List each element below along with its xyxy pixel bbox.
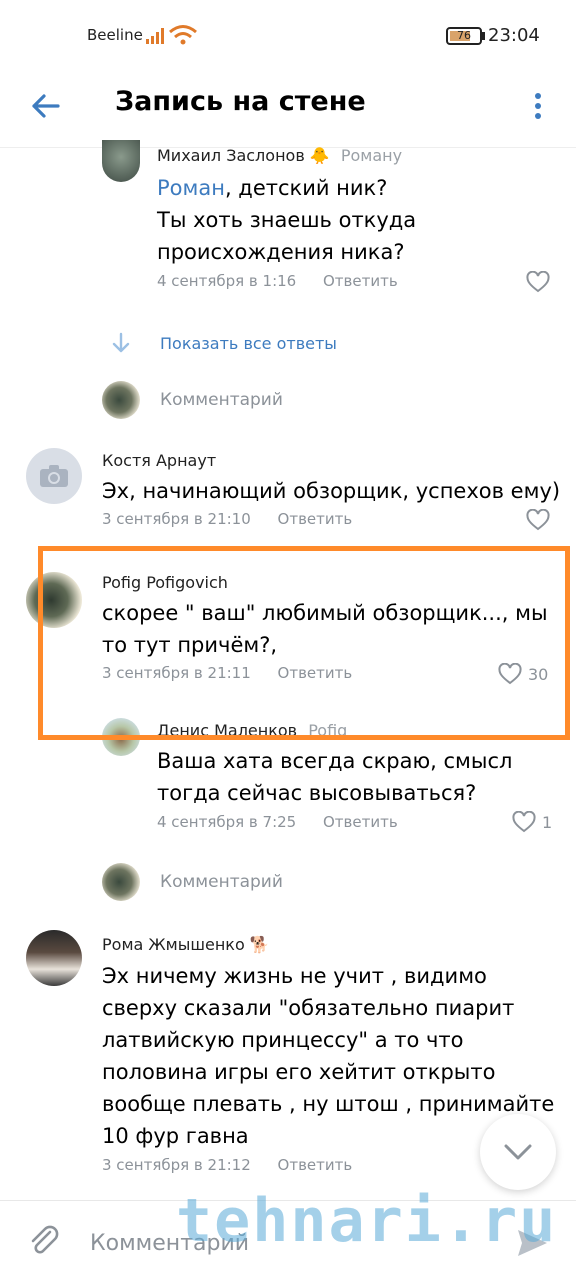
reply-button[interactable]: Ответить <box>278 510 353 528</box>
like-button[interactable]: 1 <box>512 810 552 834</box>
comment-date: 3 сентября в 21:12 <box>102 1156 251 1174</box>
comment-input[interactable] <box>90 1223 470 1263</box>
avatar[interactable] <box>26 448 82 504</box>
comment-text: Ваша хата всегда скраю, смысл тогда сейч… <box>157 749 513 805</box>
clock: 23:04 <box>488 25 540 46</box>
user-avatar <box>102 863 140 901</box>
mention-link[interactable]: Роман <box>157 176 225 200</box>
arrow-down-icon <box>112 332 130 353</box>
reply-button[interactable]: Ответить <box>323 813 398 831</box>
comment-text: Роман, детский ник? Ты хоть знаешь откуд… <box>157 176 417 264</box>
author-emoji: 🐕 <box>249 935 270 954</box>
comment-prompt[interactable]: Комментарий <box>102 862 283 902</box>
user-avatar <box>102 381 140 419</box>
reply-to: Роману <box>340 146 403 165</box>
show-all-replies-button[interactable]: Показать все ответы <box>110 328 337 358</box>
paperclip-icon[interactable] <box>26 1223 62 1259</box>
heart-icon <box>512 811 536 833</box>
comment-text: Эх ничему жизнь не учит , видимо сверху … <box>102 964 555 1148</box>
battery-tip <box>482 32 485 40</box>
back-arrow-icon[interactable] <box>28 88 64 124</box>
comment-author[interactable]: Рома Жмышенко 🐕 <box>102 935 270 954</box>
comment-meta: 3 сентября в 21:12 Ответить <box>102 1156 352 1174</box>
comment-text: Эх, начинающий обзорщик, успехов ему) <box>102 479 561 503</box>
avatar[interactable] <box>102 140 140 182</box>
chevron-down-icon <box>504 1144 532 1160</box>
comment-prompt-label: Комментарий <box>160 872 283 892</box>
comment-date: 3 сентября в 21:10 <box>102 510 251 528</box>
like-button[interactable] <box>526 508 556 532</box>
reply-button[interactable]: Ответить <box>323 272 398 290</box>
highlight-box <box>38 546 570 740</box>
heart-icon <box>526 509 550 531</box>
signal-icon <box>146 28 166 44</box>
author-emoji: 🐥 <box>309 146 330 165</box>
status-bar: Beeline 76 23:04 <box>0 0 576 72</box>
page-title: Запись на стене <box>115 86 366 117</box>
battery-icon: 76 <box>446 27 482 45</box>
app-header: Запись на стене <box>0 72 576 148</box>
comment-meta: 4 сентября в 1:16 Ответить <box>157 272 398 290</box>
reply-button[interactable]: Ответить <box>278 1156 353 1174</box>
comment-date: 4 сентября в 7:25 <box>157 813 297 831</box>
like-count: 1 <box>542 812 553 832</box>
comment-author[interactable]: Костя Арнаут <box>102 451 216 470</box>
avatar[interactable] <box>26 930 82 986</box>
send-icon[interactable] <box>514 1225 550 1261</box>
camera-icon <box>40 465 68 487</box>
scroll-down-button[interactable] <box>480 1114 556 1190</box>
heart-icon <box>526 271 550 293</box>
more-options-icon[interactable] <box>526 88 550 124</box>
carrier-name: Beeline <box>87 26 143 44</box>
wifi-icon <box>169 25 197 45</box>
show-all-replies-label: Показать все ответы <box>160 333 337 353</box>
battery-level: 76 <box>457 29 471 42</box>
comment-prompt[interactable]: Комментарий <box>102 380 283 420</box>
comment-prompt-label: Комментарий <box>160 390 283 410</box>
comment-meta: 3 сентября в 21:10 Ответить <box>102 510 352 528</box>
comment-author[interactable]: Михаил Заслонов 🐥 Роману <box>157 146 402 165</box>
comment-meta: 4 сентября в 7:25 Ответить <box>157 813 398 831</box>
like-button[interactable] <box>526 270 556 294</box>
comment-date: 4 сентября в 1:16 <box>157 272 297 290</box>
comment-composer <box>0 1200 576 1280</box>
